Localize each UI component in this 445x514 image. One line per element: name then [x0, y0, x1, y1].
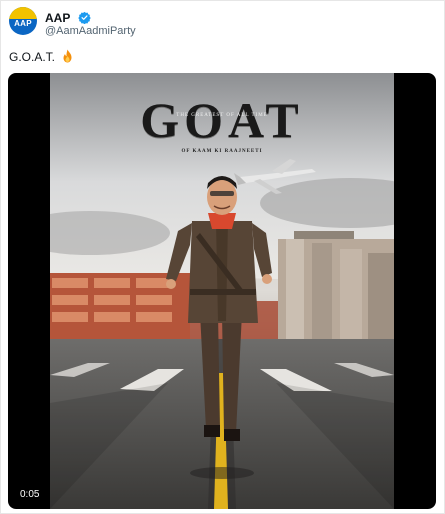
fire-icon — [61, 49, 74, 66]
right-building-graphic — [278, 231, 394, 339]
avatar-text: AAP — [14, 19, 32, 28]
video-poster-image: GOAT THE GREATEST OF ALL TIME OF KAAM KI… — [50, 73, 394, 509]
tweet-card[interactable]: AAP AAP @AamAadmiParty G.O.A.T. GOAT THE… — [0, 0, 445, 514]
poster-subtitle: OF KAAM KI RAAJNEETI — [181, 149, 263, 154]
tweet-text: G.O.A.T. — [9, 49, 74, 66]
poster-title: GOAT — [140, 92, 304, 148]
avatar[interactable]: AAP — [9, 7, 37, 35]
display-name[interactable]: AAP — [45, 11, 70, 25]
media-video[interactable]: GOAT THE GREATEST OF ALL TIME OF KAAM KI… — [8, 73, 436, 509]
tweet-text-content: G.O.A.T. — [9, 50, 56, 64]
user-handle[interactable]: @AamAadmiParty — [45, 25, 136, 37]
poster-banner: THE GREATEST OF ALL TIME — [176, 113, 268, 118]
video-duration-badge: 0:05 — [16, 488, 44, 501]
